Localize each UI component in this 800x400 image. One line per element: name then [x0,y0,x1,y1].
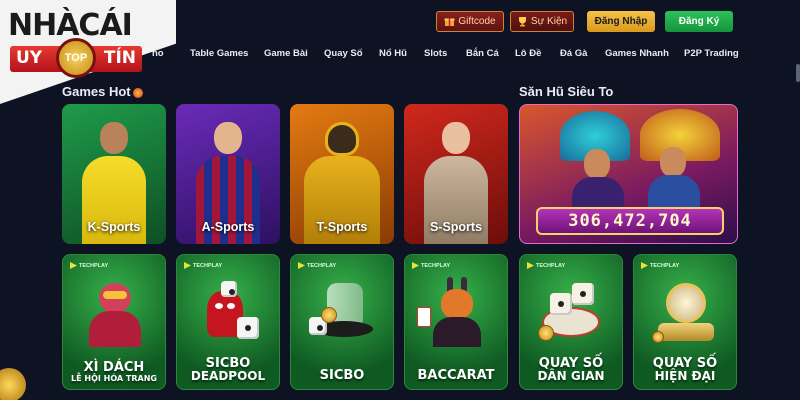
techplay-brand: TECHPLAY [527,262,565,269]
dancer-body [572,177,624,211]
logo-ribbon-right: TÍN [103,48,136,68]
dancer-face [584,149,610,179]
game-title: QUAY SỐ DÂN GIAN [520,357,622,383]
dancer-face [660,147,686,177]
techplay-brand: TECHPLAY [412,262,450,269]
jackpot-banner[interactable]: 306,472,704 [519,104,738,244]
brand-label: TECHPLAY [421,262,451,269]
techplay-brand: TECHPLAY [70,262,108,269]
game-title-line1: BACCARAT [417,368,495,384]
nav-item-quay-so[interactable]: Quay Số [324,48,363,59]
register-button[interactable]: Đăng Ký [665,11,733,32]
fire-icon [132,87,143,98]
game-title-line1: SICBO [205,355,251,371]
sport-card-label: T-Sports [316,220,368,234]
brand-label: TECHPLAY [650,262,680,269]
games-hot-title: Games Hot [62,84,143,99]
folk-dice-plate-art [536,277,606,347]
jackpot-section-title: Săn Hũ Siêu To [519,84,614,99]
player-head [442,122,470,154]
nav-item-games-nhanh[interactable]: Games Nhanh [605,48,669,59]
sport-card-label: S-Sports [429,220,483,234]
bunny-dealer-art [417,277,491,347]
brand-label: TECHPLAY [307,262,337,269]
logo-ribbon-left: UY [16,48,43,68]
game-title-line2: HIỆN ĐẠI [654,369,716,384]
techplay-logo-icon [412,262,419,269]
game-title-line1: SICBO [319,368,365,384]
nav-item-casino[interactable]: no [152,48,164,59]
jackpot-amount: 306,472,704 [568,211,692,231]
nav-item-lo-de[interactable]: Lô Đề [515,48,541,59]
dancer-body [648,175,700,211]
game-card-sicbo[interactable]: TECHPLAY SICBO [290,254,394,390]
techplay-logo-icon [184,262,191,269]
sport-card-k-sports[interactable]: K-Sports [62,104,166,244]
game-title: QUAY SỐ HIỆN ĐẠI [634,357,736,383]
masked-lady-art [79,277,149,347]
top-action-bar: Giftcode Sự Kiện Đăng Nhập Đăng Ký [0,10,800,34]
deadpool-dice-art [193,277,263,347]
game-card-baccarat[interactable]: TECHPLAY BACCARAT [404,254,508,390]
page: NHÀCÁI UY TÍN TOP Giftcode Sự Kiện Đăng … [0,0,800,400]
player-head [214,122,242,154]
nav-item-game-bai[interactable]: Game Bài [264,48,308,59]
game-title: SICBO [291,369,393,383]
nav-item-table-games[interactable]: Table Games [190,48,248,59]
nav-item-da-ga[interactable]: Đá Gà [560,48,587,59]
nav-item-no-hu[interactable]: Nổ Hũ [379,48,407,59]
game-title: XÌ DÁCH LỄ HỘI HÓA TRANG [63,361,165,383]
scroll-handle[interactable] [796,64,800,82]
techplay-brand: TECHPLAY [641,262,679,269]
sport-card-s-sports[interactable]: S-Sports [404,104,508,244]
player-helmet [325,122,359,156]
brand-label: TECHPLAY [79,262,109,269]
gift-icon [444,16,455,27]
techplay-logo-icon [527,262,534,269]
techplay-logo-icon [70,262,77,269]
game-title: SICBO DEADPOOL [177,357,279,383]
sport-card-label: K-Sports [87,220,141,234]
player-head [100,122,128,154]
techplay-logo-icon [641,262,648,269]
nav-item-p2p-trading[interactable]: P2P Trading [684,48,739,59]
login-button[interactable]: Đăng Nhập [587,11,655,32]
techplay-brand: TECHPLAY [298,262,336,269]
game-title: BACCARAT [405,369,507,383]
nav-item-ban-ca[interactable]: Bắn Cá [466,48,499,59]
decorative-coin [0,368,26,400]
games-hot-title-text: Games Hot [62,84,131,99]
jackpot-counter: 306,472,704 [536,207,724,235]
brand-label: TECHPLAY [536,262,566,269]
sport-card-label: A-Sports [201,220,255,234]
brand-label: TECHPLAY [193,262,223,269]
sport-card-a-sports[interactable]: A-Sports [176,104,280,244]
lottery-machine-art [650,277,720,347]
techplay-brand: TECHPLAY [184,262,222,269]
giftcode-label: Giftcode [458,16,496,27]
game-card-quay-so-dan-gian[interactable]: TECHPLAY QUAY SỐ DÂN GIAN [519,254,623,390]
dice-cup-art [307,277,377,347]
game-title-line2: DÂN GIAN [537,369,605,384]
game-card-quay-so-hien-dai[interactable]: TECHPLAY QUAY SỐ HIỆN ĐẠI [633,254,737,390]
events-button[interactable]: Sự Kiện [510,11,574,32]
logo-medal-text: TOP [64,52,88,64]
game-title-line1: XÌ DÁCH [83,359,145,375]
game-card-sicbo-deadpool[interactable]: TECHPLAY SICBO DEADPOOL [176,254,280,390]
sport-card-t-sports[interactable]: T-Sports [290,104,394,244]
game-card-xi-dach[interactable]: TECHPLAY XÌ DÁCH LỄ HỘI HÓA TRANG [62,254,166,390]
giftcode-button[interactable]: Giftcode [436,11,504,32]
techplay-logo-icon [298,262,305,269]
events-label: Sự Kiện [530,16,568,27]
nav-item-slots[interactable]: Slots [424,48,447,59]
trophy-icon [517,16,528,27]
game-title-line2: LỄ HỘI HÓA TRANG [71,373,157,383]
game-title-line2: DEADPOOL [190,369,266,384]
logo-medal: TOP [56,38,96,78]
